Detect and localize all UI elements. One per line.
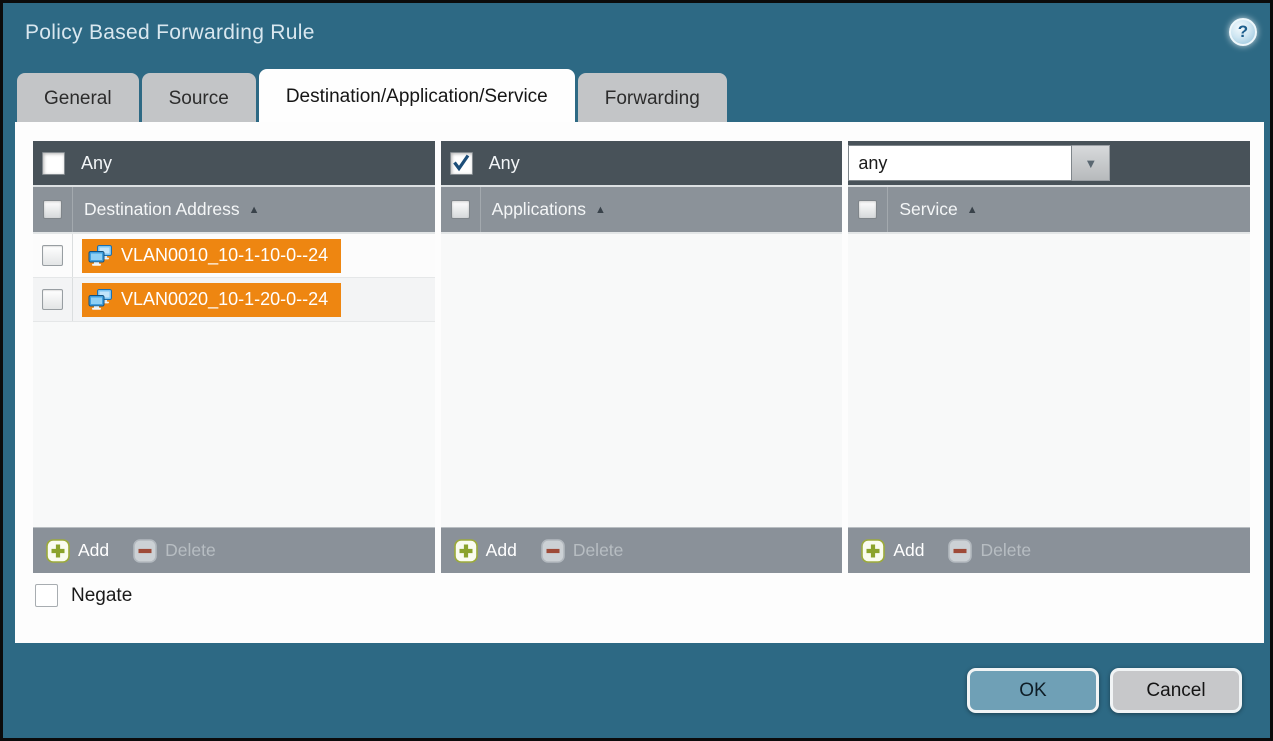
applications-header-label[interactable]: Applications bbox=[492, 199, 586, 220]
delete-icon bbox=[133, 539, 157, 563]
applications-any-label: Any bbox=[489, 153, 520, 174]
applications-column-header: Applications ▲ bbox=[441, 185, 843, 232]
tab-bar: General Source Destination/Application/S… bbox=[17, 69, 727, 123]
destination-header-label[interactable]: Destination Address bbox=[84, 199, 240, 220]
ok-button[interactable]: OK bbox=[967, 668, 1099, 713]
negate-option: Negate bbox=[35, 584, 132, 607]
dialog-title: Policy Based Forwarding Rule bbox=[25, 21, 315, 45]
add-label: Add bbox=[486, 540, 517, 561]
delete-label: Delete bbox=[165, 540, 216, 561]
dialog-action-buttons: OK Cancel bbox=[967, 668, 1242, 713]
applications-column: Any Applications ▲ bbox=[441, 141, 843, 573]
service-delete-button[interactable]: Delete bbox=[948, 539, 1031, 563]
tab-destination-application-service[interactable]: Destination/Application/Service bbox=[259, 69, 575, 123]
row-checkbox[interactable] bbox=[42, 289, 63, 310]
sort-ascending-icon[interactable]: ▲ bbox=[967, 204, 978, 216]
destination-add-button[interactable]: Add bbox=[46, 539, 109, 563]
destination-address-list: VLAN0010_10-1-10-0--24 bbox=[33, 232, 435, 527]
destination-column-header: Destination Address ▲ bbox=[33, 185, 435, 232]
service-header-label[interactable]: Service bbox=[899, 199, 957, 220]
address-group-icon bbox=[88, 245, 113, 266]
destination-delete-button[interactable]: Delete bbox=[133, 539, 216, 563]
address-group-icon bbox=[88, 289, 113, 310]
service-dropdown-bar: any ▼ bbox=[848, 141, 1250, 185]
sort-ascending-icon[interactable]: ▲ bbox=[249, 204, 260, 216]
destination-footer-bar: Add Delete bbox=[33, 527, 435, 573]
help-icon[interactable]: ? bbox=[1229, 18, 1257, 46]
delete-label: Delete bbox=[573, 540, 624, 561]
add-icon bbox=[454, 539, 478, 563]
negate-label: Negate bbox=[71, 585, 132, 607]
applications-footer-bar: Add Delete bbox=[441, 527, 843, 573]
checkmark-icon bbox=[451, 153, 471, 173]
address-object-name: VLAN0020_10-1-20-0--24 bbox=[121, 289, 328, 310]
row-checkbox-cell bbox=[33, 278, 73, 321]
destination-select-all-cell bbox=[33, 187, 73, 232]
policy-based-forwarding-dialog: Policy Based Forwarding Rule ? General S… bbox=[0, 0, 1273, 741]
address-object-chip[interactable]: VLAN0010_10-1-10-0--24 bbox=[82, 239, 341, 273]
sort-ascending-icon[interactable]: ▲ bbox=[595, 204, 606, 216]
applications-delete-button[interactable]: Delete bbox=[541, 539, 624, 563]
destination-address-column: Any Destination Address ▲ bbox=[33, 141, 435, 573]
add-icon bbox=[861, 539, 885, 563]
service-add-button[interactable]: Add bbox=[861, 539, 924, 563]
negate-checkbox[interactable] bbox=[35, 584, 58, 607]
service-column: any ▼ Service ▲ bbox=[848, 141, 1250, 573]
cancel-button[interactable]: Cancel bbox=[1110, 668, 1242, 713]
delete-label: Delete bbox=[980, 540, 1031, 561]
selection-columns: Any Destination Address ▲ bbox=[33, 141, 1250, 573]
address-object-chip[interactable]: VLAN0020_10-1-20-0--24 bbox=[82, 283, 341, 317]
applications-select-all-checkbox[interactable] bbox=[451, 200, 470, 219]
address-object-name: VLAN0010_10-1-10-0--24 bbox=[121, 245, 328, 266]
delete-icon bbox=[948, 539, 972, 563]
row-checkbox[interactable] bbox=[42, 245, 63, 266]
destination-select-all-checkbox[interactable] bbox=[43, 200, 62, 219]
applications-list bbox=[441, 232, 843, 527]
delete-icon bbox=[541, 539, 565, 563]
destination-any-bar: Any bbox=[33, 141, 435, 185]
service-footer-bar: Add Delete bbox=[848, 527, 1250, 573]
service-column-header: Service ▲ bbox=[848, 185, 1250, 232]
destination-any-checkbox[interactable] bbox=[42, 152, 65, 175]
add-label: Add bbox=[78, 540, 109, 561]
applications-any-bar: Any bbox=[441, 141, 843, 185]
destination-any-label: Any bbox=[81, 153, 112, 174]
service-select-all-cell bbox=[848, 187, 888, 232]
add-label: Add bbox=[893, 540, 924, 561]
list-item: VLAN0020_10-1-20-0--24 bbox=[33, 278, 435, 322]
list-item: VLAN0010_10-1-10-0--24 bbox=[33, 234, 435, 278]
tab-general[interactable]: General bbox=[17, 73, 139, 123]
service-list bbox=[848, 232, 1250, 527]
service-dropdown-value[interactable]: any bbox=[848, 145, 1072, 181]
applications-any-checkbox[interactable] bbox=[450, 152, 473, 175]
tab-forwarding[interactable]: Forwarding bbox=[578, 73, 727, 123]
row-checkbox-cell bbox=[33, 234, 73, 277]
applications-add-button[interactable]: Add bbox=[454, 539, 517, 563]
tab-content-panel: Any Destination Address ▲ bbox=[15, 122, 1264, 643]
applications-select-all-cell bbox=[441, 187, 481, 232]
service-dropdown: any ▼ bbox=[848, 145, 1110, 181]
service-select-all-checkbox[interactable] bbox=[858, 200, 877, 219]
add-icon bbox=[46, 539, 70, 563]
tab-source[interactable]: Source bbox=[142, 73, 256, 123]
chevron-down-icon[interactable]: ▼ bbox=[1072, 145, 1110, 181]
